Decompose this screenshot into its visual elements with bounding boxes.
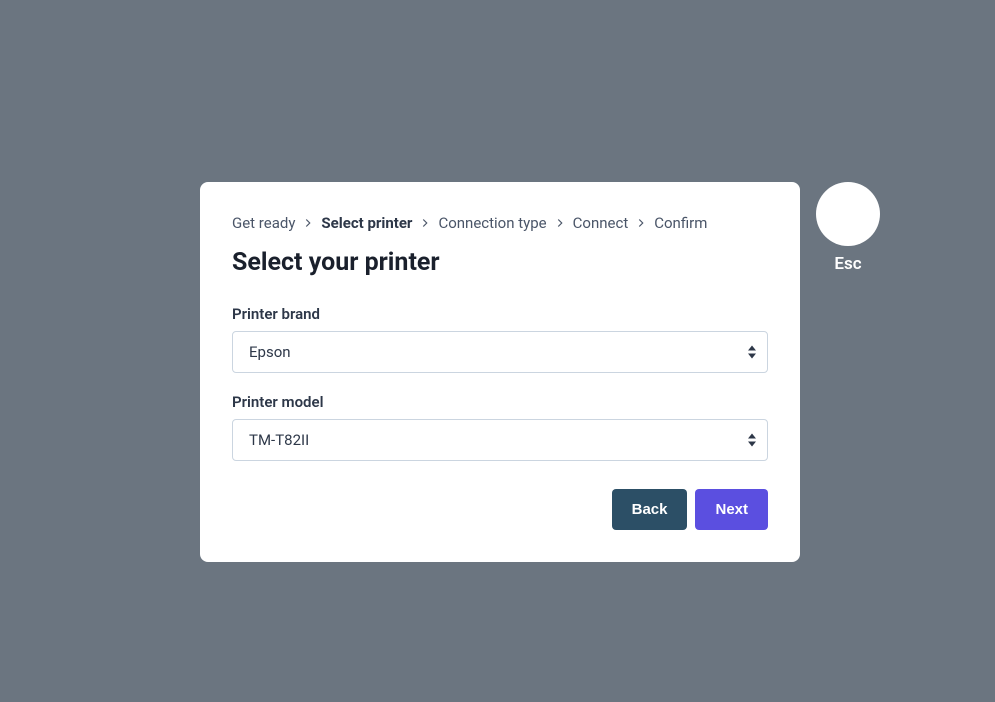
modal: Get ready Select printer Connection type… bbox=[200, 182, 800, 562]
breadcrumb-get-ready[interactable]: Get ready bbox=[232, 214, 295, 232]
breadcrumb-select-printer[interactable]: Select printer bbox=[321, 214, 412, 232]
printer-brand-label: Printer brand bbox=[232, 305, 768, 323]
chevron-right-icon bbox=[418, 216, 432, 230]
button-row: Back Next bbox=[232, 489, 768, 530]
esc-label: Esc bbox=[834, 254, 861, 274]
chevron-right-icon bbox=[634, 216, 648, 230]
modal-container: Get ready Select printer Connection type… bbox=[200, 182, 880, 562]
form-group-model: Printer model TM-T82II bbox=[232, 393, 768, 461]
close-button[interactable] bbox=[816, 182, 880, 246]
breadcrumb-confirm[interactable]: Confirm bbox=[654, 214, 707, 232]
back-button[interactable]: Back bbox=[612, 489, 688, 530]
chevron-right-icon bbox=[553, 216, 567, 230]
esc-container: Esc bbox=[816, 182, 880, 274]
breadcrumb-connection-type[interactable]: Connection type bbox=[438, 214, 546, 232]
form-group-brand: Printer brand Epson bbox=[232, 305, 768, 373]
printer-model-label: Printer model bbox=[232, 393, 768, 411]
breadcrumb-connect[interactable]: Connect bbox=[573, 214, 629, 232]
modal-title: Select your printer bbox=[232, 248, 768, 277]
next-button[interactable]: Next bbox=[695, 489, 768, 530]
printer-brand-value: Epson bbox=[249, 343, 291, 361]
printer-model-value: TM-T82II bbox=[249, 431, 309, 449]
printer-brand-select-wrapper: Epson bbox=[232, 331, 768, 373]
printer-brand-select[interactable]: Epson bbox=[232, 331, 768, 373]
chevron-right-icon bbox=[301, 216, 315, 230]
printer-model-select-wrapper: TM-T82II bbox=[232, 419, 768, 461]
printer-model-select[interactable]: TM-T82II bbox=[232, 419, 768, 461]
breadcrumb: Get ready Select printer Connection type… bbox=[232, 214, 768, 232]
